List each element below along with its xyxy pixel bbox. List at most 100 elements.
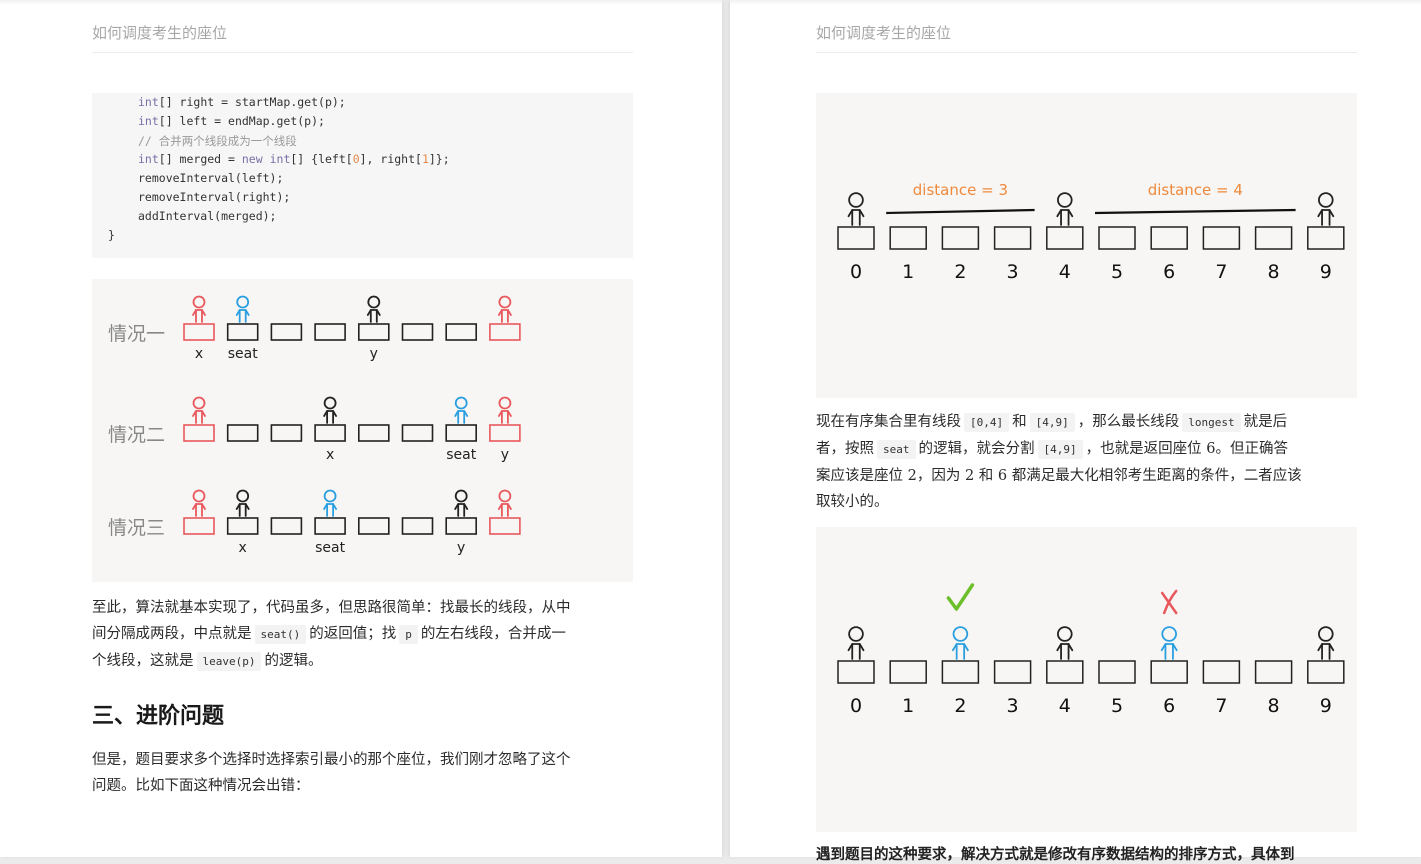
seat-number: 2 — [954, 695, 966, 717]
seat-box — [183, 517, 215, 535]
seat-number: 6 — [1163, 261, 1175, 283]
case-label: 情况二 — [108, 424, 165, 446]
top-shade — [730, 0, 1421, 5]
person-icon — [952, 626, 969, 660]
code-line: removeInterval(right); — [138, 190, 291, 204]
person-icon — [323, 396, 337, 424]
seat-box — [1307, 226, 1345, 250]
seat-box — [401, 424, 434, 442]
seat-box — [445, 517, 478, 535]
seat-mark-label: seat — [446, 447, 476, 463]
para-line: 个线段，这就是 leave(p) 的逻辑。 — [92, 648, 637, 675]
seat-box — [270, 323, 303, 341]
seat-box — [1098, 660, 1136, 684]
seat-number: 8 — [1268, 261, 1280, 283]
text: 者，按照 — [816, 441, 874, 457]
text: 就是后 — [1243, 414, 1288, 430]
code-block: int[] right = startMap.get(p); int[] left… — [92, 93, 633, 258]
person-icon — [366, 295, 381, 323]
para-line: 但是，题目要求多个选择时选择索引最小的那个座位，我们刚才忽略了这个 — [92, 752, 571, 768]
text: ，也就是返回座位 6。但正确答 — [1085, 441, 1288, 457]
running-title-right: 如何调度考生的座位 — [816, 24, 952, 42]
person-icon — [847, 192, 865, 226]
code-line: int[] right = startMap.get(p); — [138, 95, 346, 109]
person-icon — [192, 489, 206, 517]
seat-number: 0 — [850, 261, 862, 283]
person-icon — [454, 489, 469, 517]
seat-number: 1 — [902, 261, 914, 283]
person-icon — [454, 396, 469, 424]
seat-mark-label: seat — [228, 346, 258, 362]
seat-number: 5 — [1111, 695, 1123, 717]
inline-code: seat() — [254, 625, 307, 644]
seat-number: 1 — [902, 695, 914, 717]
seat-mark-label: x — [239, 540, 247, 556]
seat-box — [993, 226, 1032, 250]
check-icon — [946, 583, 975, 611]
seat-number: 6 — [1163, 695, 1175, 717]
seat-box — [837, 226, 875, 250]
seat-box — [226, 517, 259, 535]
text: ，那么最长线段 — [1077, 414, 1180, 430]
seat-box — [1307, 660, 1345, 684]
person-icon — [1160, 626, 1178, 660]
seat-box — [889, 660, 927, 684]
inline-code: longest — [1182, 413, 1241, 432]
person-icon — [847, 626, 865, 660]
code-line: // 合并两个线段成为一个线段 — [138, 134, 297, 148]
seat-box — [226, 424, 259, 442]
seat-box — [183, 424, 215, 442]
seat-box — [1046, 226, 1084, 250]
seat-box — [1202, 660, 1241, 684]
seat-box — [489, 517, 521, 535]
text: 的逻辑。 — [264, 653, 323, 669]
seat-box — [941, 660, 980, 684]
code-line: removeInterval(left); — [138, 171, 284, 185]
seat-number: 0 — [850, 695, 862, 717]
person-icon — [323, 489, 337, 517]
candidate-figure: 0 1 2 3 4 5 6 7 8 9 — [816, 527, 1357, 832]
para-line: 现在有序集合里有线段 [0,4] 和 [4,9] ，那么最长线段 longest 就是后 — [816, 409, 1361, 436]
person-icon — [1056, 626, 1074, 660]
seat-number: 4 — [1059, 261, 1071, 283]
seat-box — [993, 660, 1032, 684]
seat-box — [314, 323, 346, 341]
person-icon — [1317, 626, 1335, 660]
seat-number: 2 — [954, 261, 966, 283]
seat-box — [1046, 660, 1084, 684]
seat-mark-label: y — [501, 447, 509, 463]
seat-box — [314, 424, 346, 442]
code-line: int[] merged = new int[] {left[0], right… — [138, 152, 450, 166]
seat-number: 7 — [1215, 261, 1227, 283]
seat-box — [357, 424, 390, 442]
seat-box — [445, 323, 478, 341]
para-line: 案应该是座位 2，因为 2 和 6 都满足最大化相邻考生距离的条件，二者应该 — [816, 468, 1302, 484]
seat-box — [357, 323, 390, 341]
code-line: addInterval(merged); — [138, 209, 277, 223]
text: 现在有序集合里有线段 — [816, 414, 961, 430]
distance-line — [886, 208, 1035, 215]
distance-label: distance = 3 — [913, 181, 1008, 199]
inline-code: [0,4] — [964, 413, 1010, 432]
person-icon — [1317, 192, 1335, 226]
person-icon — [235, 295, 250, 323]
code-line: int[] left = endMap.get(p); — [138, 114, 325, 128]
para-line: 取较小的。 — [816, 494, 889, 510]
seat-box — [314, 517, 346, 535]
seat-mark-label: seat — [315, 540, 345, 556]
seat-box — [1254, 226, 1293, 250]
seat-mark-label: y — [370, 346, 378, 362]
candidate-diagram: 0 1 2 3 4 5 6 7 8 9 — [837, 583, 1345, 717]
distance-diagram: 0 1 2 3 4 5 6 7 8 9 distance = 3 distance = 4 — [837, 181, 1345, 283]
code-line: } — [108, 228, 115, 242]
cross-icon — [1160, 589, 1178, 615]
paragraph-summary: 至此，算法就基本实现了，代码虽多，但思路很简单：找最长的线段，从中 间分隔成两段… — [92, 595, 637, 675]
header-divider — [92, 52, 633, 53]
paragraph-explanation: 现在有序集合里有线段 [0,4] 和 [4,9] ，那么最长线段 longest 就是后 者… — [816, 409, 1361, 515]
seat-mark-label: y — [457, 540, 465, 556]
text: 的左右线段，合并成一 — [420, 626, 566, 642]
seat-mark-label: x — [195, 346, 203, 362]
paragraph-advanced: 但是，题目要求多个选择时选择索引最小的那个座位，我们刚才忽略了这个 问题。比如下… — [92, 747, 637, 799]
distance-label: distance = 4 — [1148, 181, 1243, 199]
person-icon — [192, 396, 206, 424]
